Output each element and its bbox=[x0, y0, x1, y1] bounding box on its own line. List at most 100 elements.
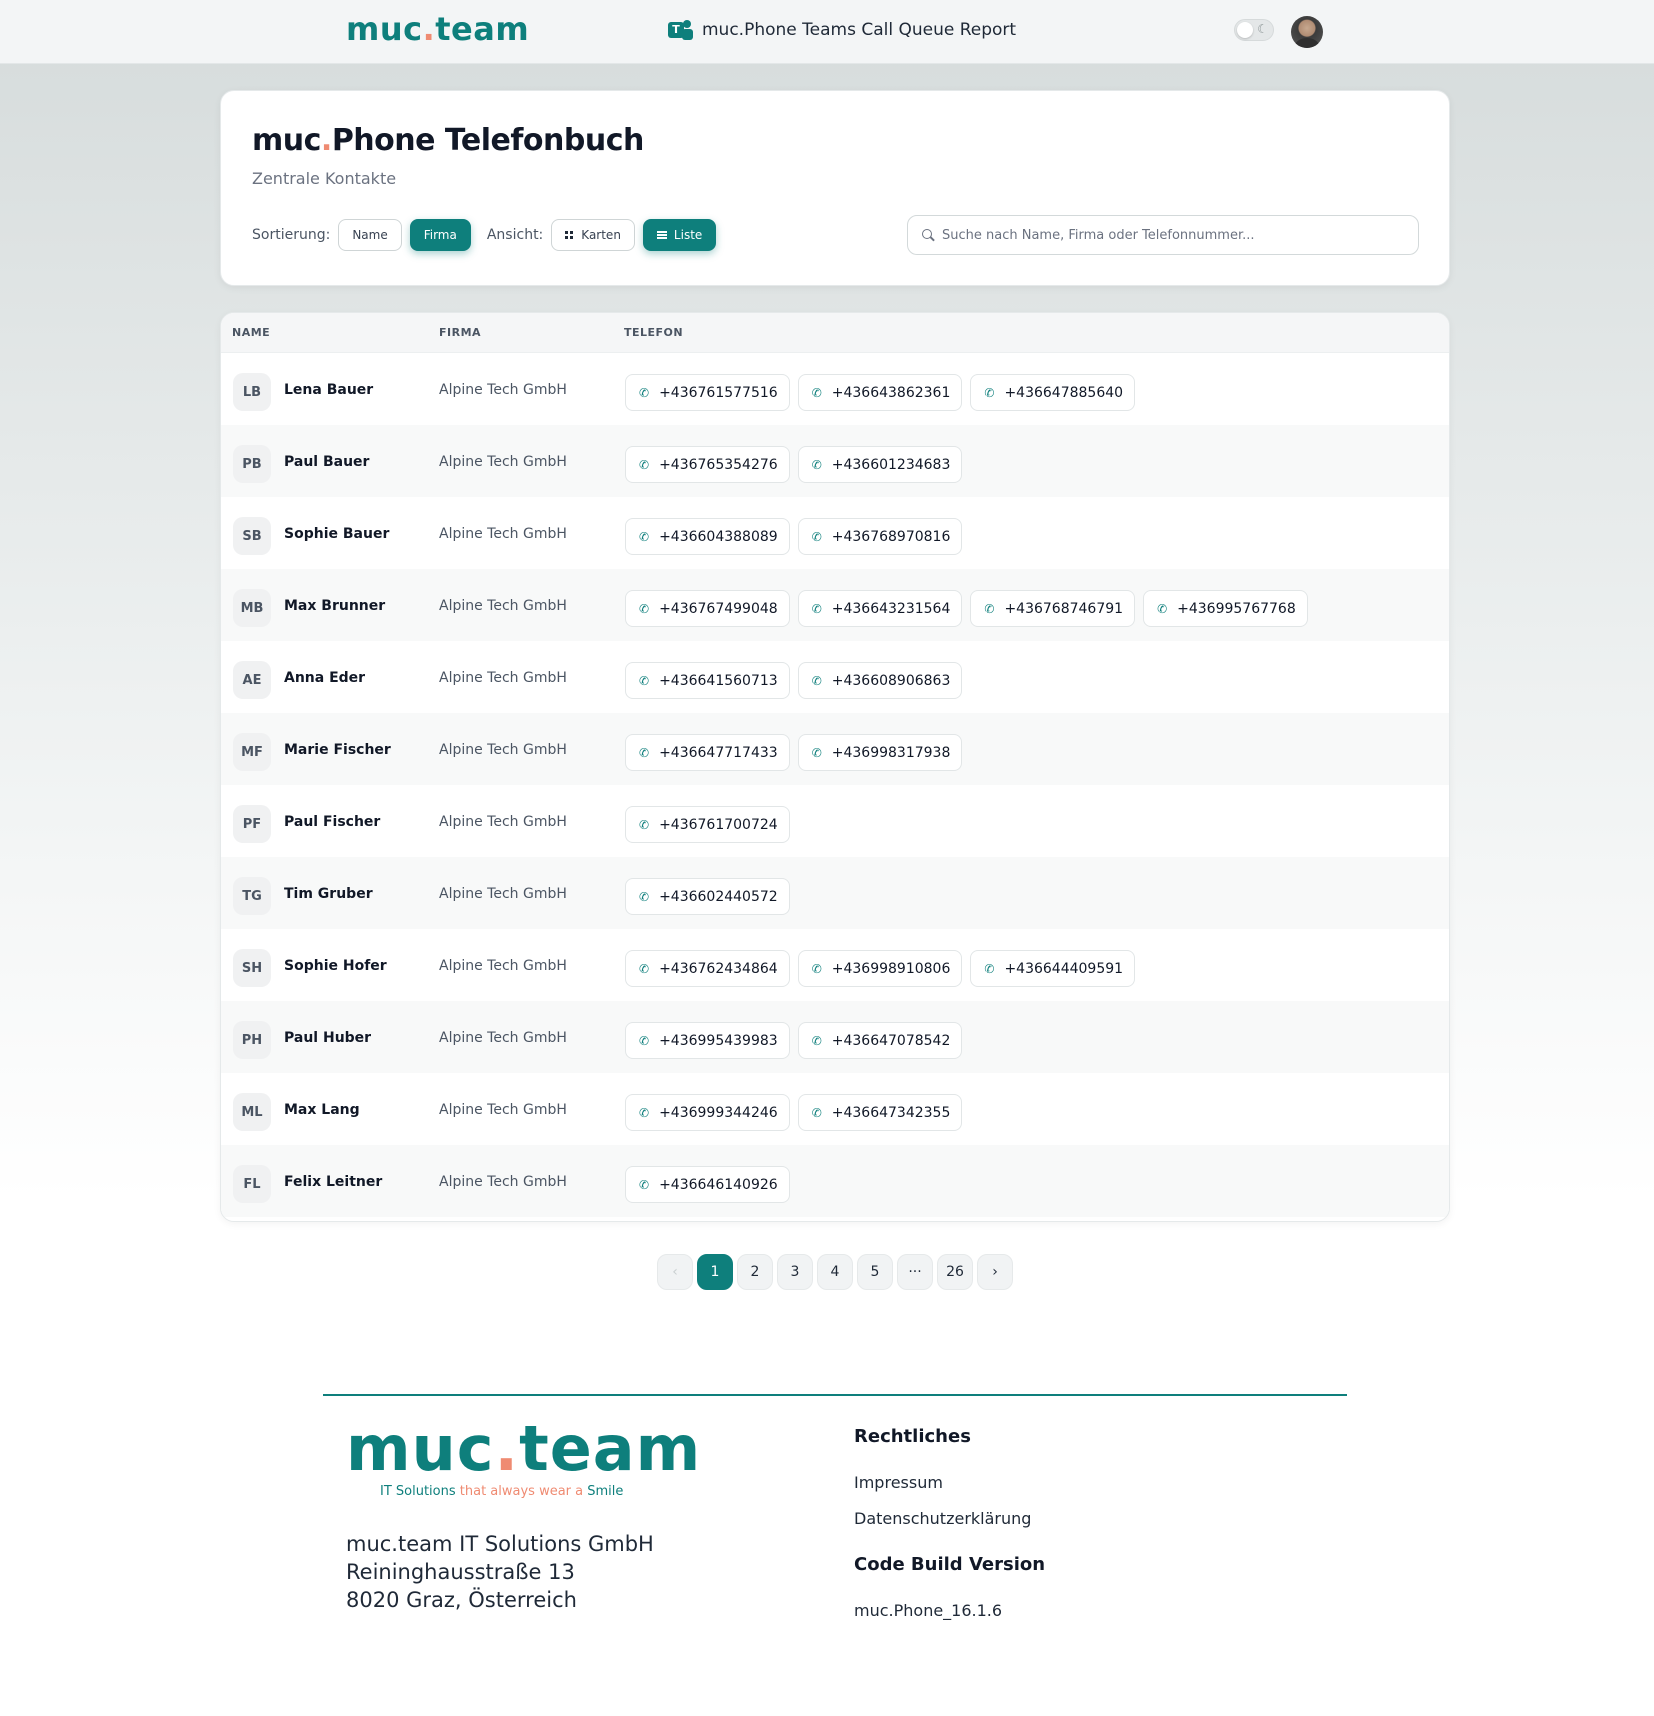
phone-number-button[interactable]: ✆ +436643862361 bbox=[797, 374, 963, 411]
phone-icon: ✆ bbox=[811, 1033, 822, 1048]
view-list-button[interactable]: Liste bbox=[642, 219, 717, 251]
search-icon bbox=[922, 229, 934, 241]
phone-number-button[interactable]: ✆ +436647885640 bbox=[970, 374, 1136, 411]
page-button[interactable]: 4 bbox=[817, 1254, 853, 1290]
phone-list: ✆ +436995439983 ✆ +436647078542 bbox=[625, 1022, 963, 1059]
phone-number-button[interactable]: ✆ +436768746791 bbox=[970, 590, 1136, 627]
phone-number-button[interactable]: ✆ +436767499048 bbox=[625, 590, 790, 627]
privacy-link[interactable]: Datenschutzerklärung bbox=[854, 1509, 1031, 1528]
report-link[interactable]: T muc.Phone Teams Call Queue Report bbox=[668, 18, 1016, 42]
phone-number-button[interactable]: ✆ +436762434864 bbox=[625, 950, 790, 987]
phone-icon: ✆ bbox=[984, 385, 995, 400]
phone-number-button[interactable]: ✆ +436768970816 bbox=[797, 518, 963, 555]
search-input[interactable] bbox=[942, 227, 1402, 243]
sort-label: Sortierung: bbox=[252, 227, 331, 243]
phone-list: ✆ +436761700724 bbox=[625, 806, 790, 843]
theme-toggle[interactable]: ☾ bbox=[1234, 19, 1274, 41]
build-version-heading: Code Build Version bbox=[854, 1554, 1046, 1575]
page-title: muc.Phone Telefonbuch bbox=[252, 123, 644, 158]
phone-number-button[interactable]: ✆ +436608906863 bbox=[797, 662, 963, 699]
phone-icon: ✆ bbox=[639, 961, 650, 976]
previous-page-button[interactable]: ‹ bbox=[657, 1254, 693, 1290]
phone-number-button[interactable]: ✆ +436604388089 bbox=[625, 518, 790, 555]
phone-number-button[interactable]: ✆ +436643231564 bbox=[797, 590, 963, 627]
contact-name: Lena Bauer bbox=[284, 382, 374, 398]
phone-number-button[interactable]: ✆ +436647078542 bbox=[797, 1022, 963, 1059]
footer-tagline: IT Solutions that always wear a Smile bbox=[380, 1484, 624, 1499]
phone-icon: ✆ bbox=[811, 745, 822, 760]
phone-number-button[interactable]: ✆ +436641560713 bbox=[625, 662, 790, 699]
phone-icon: ✆ bbox=[639, 817, 650, 832]
phone-icon: ✆ bbox=[811, 385, 822, 400]
phone-list: ✆ +436604388089 ✆ +436768970816 bbox=[625, 518, 963, 555]
contact-initials: PH bbox=[233, 1021, 271, 1059]
page-button[interactable]: 2 bbox=[737, 1254, 773, 1290]
page-button[interactable]: 1 bbox=[697, 1254, 733, 1290]
contact-name: Felix Leitner bbox=[284, 1174, 383, 1190]
column-header-company[interactable]: FIRMA bbox=[439, 326, 481, 339]
phone-number-button[interactable]: ✆ +436995439983 bbox=[625, 1022, 790, 1059]
page-button[interactable]: 26 bbox=[937, 1254, 973, 1290]
company-address: muc.team IT Solutions GmbH Reininghausst… bbox=[346, 1530, 654, 1614]
phone-icon: ✆ bbox=[811, 961, 822, 976]
contact-initials: PF bbox=[233, 805, 271, 843]
teams-icon: T bbox=[668, 18, 694, 42]
phone-number-button[interactable]: ✆ +436644409591 bbox=[970, 950, 1136, 987]
search-box[interactable] bbox=[907, 215, 1419, 255]
contact-name: Sophie Hofer bbox=[284, 958, 387, 974]
page-subtitle: Zentrale Kontakte bbox=[252, 169, 397, 188]
phone-icon: ✆ bbox=[639, 1105, 650, 1120]
phone-list: ✆ +436762434864 ✆ +436998910806 ✆ +4366444095… bbox=[625, 950, 1136, 987]
phone-number-button[interactable]: ✆ +436761577516 bbox=[625, 374, 790, 411]
phone-number-button[interactable]: ✆ +436601234683 bbox=[797, 446, 963, 483]
sort-company-button[interactable]: Firma bbox=[409, 219, 471, 251]
build-version: muc.Phone_16.1.6 bbox=[854, 1601, 1003, 1620]
phone-number-button[interactable]: ✆ +436646140926 bbox=[625, 1166, 790, 1203]
phone-icon: ✆ bbox=[639, 745, 650, 760]
pagination: ‹ 1 2 3 4 5 ··· 26 › bbox=[657, 1254, 1013, 1290]
phone-number-button[interactable]: ✆ +436765354276 bbox=[625, 446, 790, 483]
phone-icon: ✆ bbox=[811, 457, 822, 472]
page-button[interactable]: 3 bbox=[777, 1254, 813, 1290]
user-avatar[interactable] bbox=[1291, 16, 1323, 48]
contact-initials: TG bbox=[233, 877, 271, 915]
phone-number-button[interactable]: ✆ +436647717433 bbox=[625, 734, 790, 771]
sort-name-button[interactable]: Name bbox=[338, 219, 402, 251]
phone-icon: ✆ bbox=[639, 457, 650, 472]
contact-initials: SB bbox=[233, 517, 271, 555]
contact-name: Marie Fischer bbox=[284, 742, 391, 758]
page-button[interactable]: 5 bbox=[857, 1254, 893, 1290]
next-page-button[interactable]: › bbox=[977, 1254, 1013, 1290]
phone-list: ✆ +436602440572 bbox=[625, 878, 790, 915]
contact-initials: MB bbox=[233, 589, 271, 627]
phone-number-button[interactable]: ✆ +436761700724 bbox=[625, 806, 790, 843]
table-row: FL Felix Leitner Alpine Tech GmbH ✆ +4366461… bbox=[221, 1145, 1449, 1217]
phone-icon: ✆ bbox=[639, 1177, 650, 1192]
phone-number-button[interactable]: ✆ +436647342355 bbox=[797, 1094, 963, 1131]
table-row: AE Anna Eder Alpine Tech GmbH ✆ +43664156071… bbox=[221, 641, 1449, 713]
table-row: MB Max Brunner Alpine Tech GmbH ✆ +436767499… bbox=[221, 569, 1449, 641]
imprint-link[interactable]: Impressum bbox=[854, 1473, 943, 1492]
contact-initials: PB bbox=[233, 445, 271, 483]
phone-number-button[interactable]: ✆ +436998317938 bbox=[797, 734, 963, 771]
view-cards-button[interactable]: Karten bbox=[551, 219, 635, 251]
phone-number-button[interactable]: ✆ +436998910806 bbox=[797, 950, 963, 987]
brand-logo[interactable]: muc.team bbox=[346, 10, 529, 48]
phone-number-button[interactable]: ✆ +436995767768 bbox=[1143, 590, 1308, 627]
contact-name: Max Lang bbox=[284, 1102, 360, 1118]
contact-company: Alpine Tech GmbH bbox=[439, 526, 567, 542]
legal-heading: Rechtliches bbox=[854, 1426, 971, 1447]
column-header-name[interactable]: NAME bbox=[232, 326, 270, 339]
table-body: LB Lena Bauer Alpine Tech GmbH ✆ +4367615775… bbox=[221, 353, 1449, 1217]
list-icon bbox=[656, 231, 667, 239]
phone-number-button[interactable]: ✆ +436602440572 bbox=[625, 878, 790, 915]
phone-number-button[interactable]: ✆ +436999344246 bbox=[625, 1094, 790, 1131]
contact-name: Paul Fischer bbox=[284, 814, 381, 830]
table-row: SH Sophie Hofer Alpine Tech GmbH ✆ +43676243… bbox=[221, 929, 1449, 1001]
phonebook-header-card: muc.Phone Telefonbuch Zentrale Kontakte … bbox=[220, 90, 1450, 286]
phone-icon: ✆ bbox=[984, 961, 995, 976]
phone-icon: ✆ bbox=[1157, 601, 1168, 616]
contact-initials: ML bbox=[233, 1093, 271, 1131]
table-row: MF Marie Fischer Alpine Tech GmbH ✆ +4366477… bbox=[221, 713, 1449, 785]
contact-company: Alpine Tech GmbH bbox=[439, 886, 567, 902]
